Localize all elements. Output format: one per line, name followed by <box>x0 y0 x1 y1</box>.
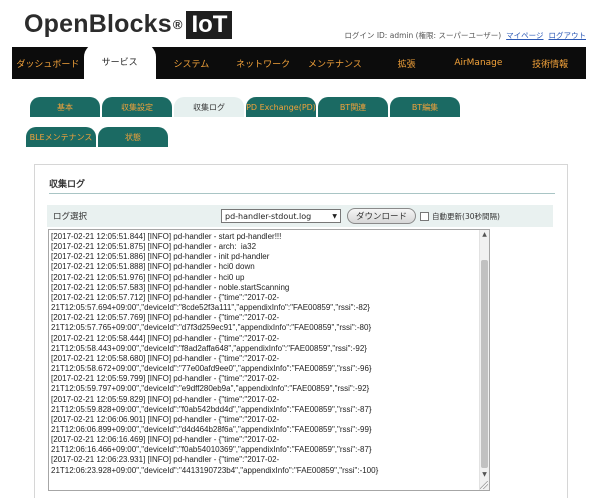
logo-text: OpenBlocks <box>24 10 172 38</box>
log-file-select-value: pd-handler-stdout.log <box>225 211 312 221</box>
log-select-bar: ログ選択 pd-handler-stdout.log ▼ ダウンロード 自動更新… <box>47 205 553 227</box>
auto-update-checkbox[interactable] <box>420 211 430 221</box>
mypage-link[interactable]: マイページ <box>506 31 543 40</box>
log-line: [2017-02-21 12:05:57.769] [INFO] pd-hand… <box>51 313 280 323</box>
tab-basic[interactable]: 基本 <box>30 97 100 117</box>
login-info-text: ログイン ID: admin (権限: スーパーユーザー) <box>344 31 502 40</box>
nav-item-maintenance[interactable]: メンテナンス <box>299 47 371 79</box>
tab-collection-log[interactable]: 収集ログ <box>174 97 244 117</box>
nav-item-service[interactable]: サービス <box>83 43 156 79</box>
log-line: 21T12:05:58.443+09:00","deviceId":"f8ad2… <box>51 343 367 353</box>
logout-link[interactable]: ログアウト <box>549 31 587 40</box>
openblocks-logo: OpenBlocks ® IoT <box>24 10 233 39</box>
tab-collection-settings[interactable]: 収集設定 <box>102 97 172 117</box>
logo-iot-box: IoT <box>186 10 233 39</box>
log-line: [2017-02-21 12:05:58.680] [INFO] pd-hand… <box>51 353 280 363</box>
log-line: 21T12:05:59.797+09:00","deviceId":"e9dff… <box>51 384 370 394</box>
tab-bt-edit[interactable]: BT編集 <box>390 97 460 117</box>
scroll-down-icon[interactable]: ▼ <box>480 470 489 480</box>
log-line: [2017-02-21 12:05:57.712] [INFO] pd-hand… <box>51 292 280 302</box>
log-line: 21T12:06:16.466+09:00","deviceId":"f0ab5… <box>51 445 372 455</box>
log-line: 21T12:05:59.828+09:00","deviceId":"f0ab5… <box>51 404 372 414</box>
log-line: 21T12:05:57.694+09:00","deviceId":"8cde5… <box>51 303 370 313</box>
log-line: [2017-02-21 12:05:51.844] [INFO] pd-hand… <box>51 232 282 241</box>
nav-item-airmanage[interactable]: AirManage <box>443 47 515 79</box>
scrollbar-thumb[interactable] <box>481 260 488 468</box>
log-file-select[interactable]: pd-handler-stdout.log ▼ <box>221 209 341 223</box>
vertical-scrollbar[interactable]: ▲ ▼ <box>479 230 489 490</box>
log-line: 21T12:06:23.928+09:00","deviceId":"44131… <box>51 465 379 475</box>
nav-item-network[interactable]: ネットワーク <box>227 47 299 79</box>
log-line: 21T12:06:06.899+09:00","deviceId":"d4d46… <box>51 424 372 434</box>
log-line: [2017-02-21 12:05:59.829] [INFO] pd-hand… <box>51 394 280 404</box>
chevron-down-icon: ▼ <box>332 213 337 220</box>
log-line: [2017-02-21 12:05:57.583] [INFO] pd-hand… <box>51 282 290 292</box>
log-line: 21T12:05:58.672+09:00","deviceId":"77e00… <box>51 364 372 374</box>
download-button[interactable]: ダウンロード <box>347 208 417 224</box>
log-content: [2017-02-21 12:05:51.844] [INFO] pd-hand… <box>51 232 461 476</box>
log-line: [2017-02-21 12:06:06.901] [INFO] pd-hand… <box>51 414 280 424</box>
log-textarea[interactable]: [2017-02-21 12:05:51.844] [INFO] pd-hand… <box>48 229 490 491</box>
log-select-label: ログ選択 <box>53 212 88 222</box>
nav-item-extension[interactable]: 拡張 <box>371 47 443 79</box>
nav-item-system[interactable]: システム <box>156 47 228 79</box>
main-nav: ダッシュボード サービス システム ネットワーク メンテナンス 拡張 AirMa… <box>12 43 586 79</box>
log-line: [2017-02-21 12:05:51.886] [INFO] pd-hand… <box>51 252 270 262</box>
log-line: [2017-02-21 12:05:59.799] [INFO] pd-hand… <box>51 374 280 384</box>
sub-tabs: 基本 収集設定 収集ログ PD Exchange(PD) BT関連 BT編集 B… <box>26 97 550 147</box>
log-line: [2017-02-21 12:05:58.444] [INFO] pd-hand… <box>51 333 280 343</box>
log-line: 21T12:05:57.765+09:00","deviceId":"d7f3d… <box>51 323 372 333</box>
tab-ble-maintenance[interactable]: BLEメンテナンス <box>26 127 96 147</box>
logo-registered-mark: ® <box>172 17 183 32</box>
tab-bt-related[interactable]: BT関連 <box>318 97 388 117</box>
log-line: [2017-02-21 12:05:51.875] [INFO] pd-hand… <box>51 242 257 252</box>
nav-item-tech-info[interactable]: 技術情報 <box>514 47 586 79</box>
nav-item-dashboard[interactable]: ダッシュボード <box>12 47 84 79</box>
log-line: [2017-02-21 12:06:23.931] [INFO] pd-hand… <box>51 455 280 465</box>
auto-update-label: 自動更新(30秒間隔) <box>432 211 500 221</box>
sub-tabs-row-1: 基本 収集設定 収集ログ PD Exchange(PD) BT関連 BT編集 <box>30 97 550 117</box>
log-line: [2017-02-21 12:05:51.888] [INFO] pd-hand… <box>51 262 255 272</box>
section-title: 収集ログ <box>49 180 86 190</box>
collection-log-panel: 収集ログ ログ選択 pd-handler-stdout.log ▼ ダウンロード… <box>34 164 568 498</box>
scroll-up-icon[interactable]: ▲ <box>480 230 489 240</box>
log-line: [2017-02-21 12:05:51.976] [INFO] pd-hand… <box>51 272 245 282</box>
log-line: [2017-02-21 12:06:16.469] [INFO] pd-hand… <box>51 435 280 445</box>
tab-status[interactable]: 状態 <box>98 127 168 147</box>
login-info: ログイン ID: admin (権限: スーパーユーザー) マイページ ログアウト <box>344 30 586 41</box>
page: OpenBlocks ® IoT ログイン ID: admin (権限: スーパー… <box>0 0 598 498</box>
tab-pd-exchange[interactable]: PD Exchange(PD) <box>246 97 316 117</box>
section-divider <box>49 193 555 194</box>
sub-tabs-row-2: BLEメンテナンス 状態 <box>26 127 550 147</box>
resize-handle-icon[interactable] <box>480 481 488 489</box>
